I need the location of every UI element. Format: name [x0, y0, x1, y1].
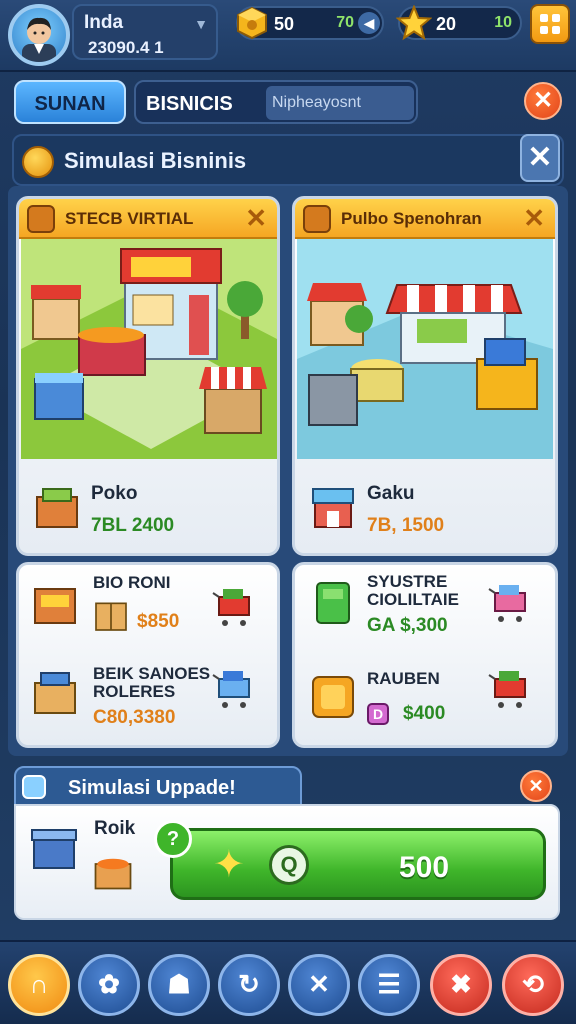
- store-scene-illustration: [21, 239, 277, 459]
- item-price: $400: [403, 703, 446, 724]
- item-name: BEIK SANOES ROLERES: [93, 664, 211, 701]
- item-name: Poko: [91, 483, 138, 504]
- orange-tile-icon: [312, 676, 354, 718]
- upgrade-title: Simulasi Uppade!: [68, 777, 236, 799]
- refresh-icon: ↻: [238, 969, 260, 999]
- panel-close-button[interactable]: ✕: [520, 134, 560, 182]
- item-list-right: SYUSTRE CIOLILTAIE GA $,300 RAUBEN D $40…: [292, 562, 558, 748]
- nav-settings-button[interactable]: ✿: [78, 954, 140, 1016]
- shop-building-icon: [312, 488, 354, 528]
- vending-crate-icon: [34, 588, 76, 624]
- item-name: SYUSTRE CIOLILTAIE: [367, 572, 459, 609]
- item-price: GA $,300: [367, 615, 448, 636]
- market-scene-illustration: [297, 239, 553, 459]
- upgrade-buy-button[interactable]: ✦ Q 500: [170, 828, 546, 900]
- item-price: C80,3380: [93, 707, 176, 728]
- nav-refresh-button[interactable]: ↻: [218, 954, 280, 1016]
- card-header: STECB VIRTIAL ✕: [19, 199, 277, 239]
- shopping-cart-icon[interactable]: [211, 669, 255, 713]
- avatar-face-icon: [22, 17, 56, 62]
- star-secondary-value: 10: [494, 14, 512, 31]
- star-icon: [396, 5, 432, 41]
- stall-box-icon: [34, 672, 76, 714]
- shopping-cart-icon[interactable]: [487, 583, 531, 627]
- gold-cube-icon: [237, 6, 267, 40]
- crate-icon: [36, 488, 78, 528]
- player-name: Inda: [84, 12, 124, 33]
- search-icon: Q: [269, 845, 309, 885]
- tab-bisnicis-label: BISNICIS: [146, 93, 233, 115]
- gold-secondary-value: 70: [336, 14, 354, 31]
- gold-add-button[interactable]: ◀: [358, 12, 380, 34]
- store-card-right[interactable]: Pulbo Spenohran ✕ Gaku 7B, 1500: [292, 196, 558, 556]
- nav-tools-button[interactable]: ✕: [288, 954, 350, 1016]
- nav-shop-button[interactable]: ☗: [148, 954, 210, 1016]
- close-icon: ✖: [450, 969, 472, 999]
- item-name: BIO RONI: [93, 573, 171, 592]
- box-icon: [95, 602, 127, 631]
- top-bar: Inda 23090.4 1 ▼ 50 70 ◀ 20 10: [0, 0, 576, 72]
- upgrade-icon: [22, 775, 46, 799]
- power-icon: ⟲: [522, 969, 544, 999]
- upgrade-panel: Roik ✦ Q 500 ?: [14, 804, 560, 920]
- close-icon[interactable]: ✕: [245, 203, 267, 234]
- upgrade-item-name: Roik: [94, 818, 136, 839]
- close-icon[interactable]: ✕: [520, 770, 552, 802]
- basket-icon: ☗: [167, 969, 191, 999]
- item-name: Gaku: [367, 483, 415, 504]
- panel-title: Simulasi Bisninis: [64, 148, 247, 173]
- star-resource-counter: 20 10: [396, 5, 522, 41]
- nav-magnet-button[interactable]: ∩: [8, 954, 70, 1016]
- store-icon: [27, 205, 55, 233]
- grid-menu-button[interactable]: [530, 4, 570, 44]
- player-profile-panel[interactable]: Inda 23090.4 1 ▼: [72, 4, 218, 60]
- shopping-cart-icon[interactable]: [487, 669, 531, 713]
- bottom-navigation: ∩ ✿ ☗ ↻ ✕ ☰ ✖ ⟲: [0, 940, 576, 1024]
- chevron-down-icon[interactable]: ▼: [194, 16, 208, 32]
- store-icon: [303, 205, 331, 233]
- upgrade-cost: 500: [399, 851, 450, 884]
- shopping-cart-icon[interactable]: [211, 587, 255, 631]
- gear-icon: ✿: [98, 969, 120, 999]
- green-locker-icon: [316, 582, 350, 624]
- store-card-left[interactable]: STECB VIRTIAL ✕ Poko 7BL 2400: [16, 196, 280, 556]
- tab-sunan[interactable]: SUNAN: [14, 80, 126, 124]
- nav-close-button[interactable]: ✖: [430, 954, 492, 1016]
- sparkle-icon: ✦: [213, 844, 245, 886]
- panel-header: Simulasi Bisninis: [12, 134, 564, 186]
- close-icon[interactable]: ✕: [524, 82, 562, 120]
- gold-resource-counter: 50 70 ◀: [236, 6, 384, 40]
- fruit-crate-icon: [94, 858, 132, 890]
- magnet-icon: ∩: [29, 969, 49, 999]
- player-money: 23090.4 1: [88, 38, 164, 57]
- item-list-left: BIO RONI $850 BEIK SANOES ROLERES C80,33…: [16, 562, 280, 748]
- close-icon[interactable]: ✕: [523, 203, 545, 234]
- blue-bin-icon: [31, 829, 77, 869]
- d-badge-icon: D: [367, 703, 389, 725]
- player-avatar[interactable]: [8, 4, 70, 66]
- item-price: 7BL 2400: [91, 515, 175, 536]
- card-title: STECB VIRTIAL: [65, 209, 194, 228]
- search-input[interactable]: Nipheayosnt: [266, 86, 414, 120]
- item-price: $850: [137, 611, 180, 632]
- card-header: Pulbo Spenohran ✕: [295, 199, 555, 239]
- grid-icon: [540, 14, 560, 34]
- nav-exit-button[interactable]: ⟲: [502, 954, 564, 1016]
- tools-icon: ✕: [308, 969, 330, 999]
- gold-value: 50: [274, 14, 295, 34]
- tab-bisnicis[interactable]: BISNICIS Nipheayosnt: [134, 80, 418, 124]
- item-price: 7B, 1500: [367, 515, 445, 536]
- upgrade-header: Simulasi Uppade!: [14, 766, 302, 806]
- star-value: 20: [436, 14, 457, 34]
- card-title: Pulbo Spenohran: [341, 209, 482, 228]
- help-badge[interactable]: ?: [154, 820, 192, 858]
- item-name: RAUBEN: [367, 669, 440, 688]
- coin-icon: [22, 146, 54, 178]
- list-icon: ☰: [377, 969, 401, 999]
- nav-list-button[interactable]: ☰: [358, 954, 420, 1016]
